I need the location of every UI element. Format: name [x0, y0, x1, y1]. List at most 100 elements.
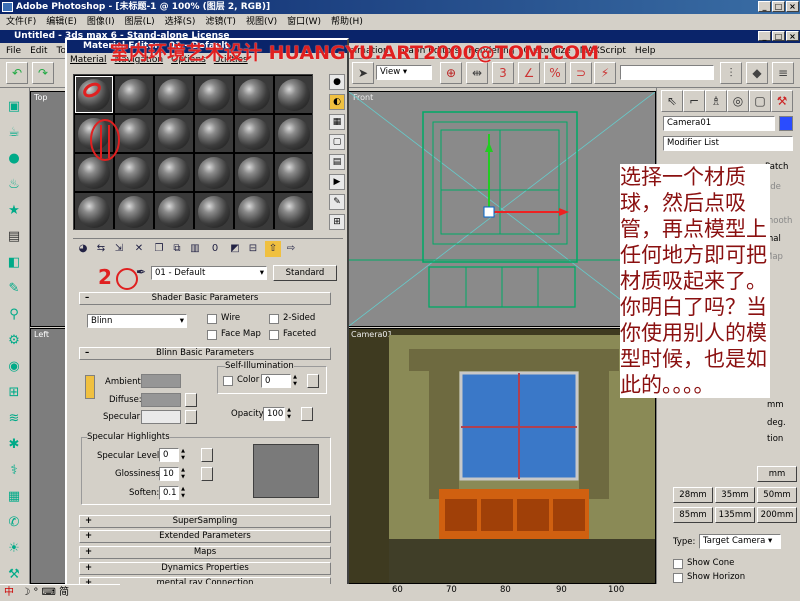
named-selection-field[interactable]: [620, 65, 714, 80]
lens-button-mm[interactable]: mm: [757, 466, 797, 482]
show-map-icon[interactable]: ◩: [227, 241, 243, 257]
background-icon[interactable]: ▦: [329, 114, 345, 130]
sphere-icon[interactable]: ●: [4, 148, 24, 168]
max-menu-item[interactable]: Help: [635, 46, 656, 56]
shader-type-dropdown[interactable]: Blinn ▾: [87, 314, 187, 328]
supersampling-rollout[interactable]: + SuperSampling: [79, 515, 331, 528]
video-color-icon[interactable]: ▤: [329, 154, 345, 170]
utilities-icon[interactable]: ⊞: [4, 382, 24, 402]
blinn-basic-rollout[interactable]: – Blinn Basic Parameters: [79, 347, 331, 360]
make-preview-icon[interactable]: ▶: [329, 174, 345, 190]
object-color-swatch[interactable]: [779, 116, 793, 131]
sample-slot[interactable]: [275, 76, 313, 113]
snap-icon[interactable]: 3: [492, 62, 514, 84]
self-illum-color-checkbox[interactable]: [223, 376, 233, 386]
opacity-value[interactable]: 100: [263, 407, 285, 421]
pivot-icon[interactable]: ⊕: [440, 62, 462, 84]
create-geometry-icon[interactable]: ▣: [4, 96, 24, 116]
sample-slot[interactable]: [235, 115, 273, 152]
viewport-camera[interactable]: Camera01: [348, 328, 656, 584]
camera-type-dropdown[interactable]: Target Camera ▾: [699, 534, 781, 549]
lock-ambient-diffuse-icon[interactable]: [85, 375, 95, 399]
spinner-snap-icon[interactable]: ⊃: [570, 62, 592, 84]
soften-spinner[interactable]: ▲ ▼: [179, 486, 187, 500]
diffuse-swatch[interactable]: [141, 393, 181, 407]
close-icon[interactable]: ×: [786, 1, 799, 12]
modifier-list-dropdown[interactable]: Modifier List: [663, 136, 793, 151]
sample-slot[interactable]: [235, 154, 273, 191]
system-icon[interactable]: ⚒: [4, 564, 24, 584]
sample-slot[interactable]: [275, 154, 313, 191]
soften-value[interactable]: 0.1: [159, 486, 179, 500]
layer-icon[interactable]: ≡: [772, 62, 794, 84]
ime-simplified-label[interactable]: 简: [59, 587, 69, 598]
hierarchy-icon[interactable]: ⚲: [4, 304, 24, 324]
motion-icon[interactable]: ⚙: [4, 330, 24, 350]
ps-menu-item[interactable]: 视图(V): [246, 17, 277, 27]
sample-slot[interactable]: [235, 193, 273, 230]
cmd-utilities-icon[interactable]: ⚒: [771, 90, 793, 112]
show-end-result-icon[interactable]: ⊟: [245, 241, 261, 257]
specular-swatch[interactable]: [141, 410, 181, 424]
space-warp-icon[interactable]: ≋: [4, 408, 24, 428]
ps-menu-item[interactable]: 图像(I): [87, 17, 115, 27]
ime-moon-icon[interactable]: ☽: [21, 587, 30, 598]
mirror-icon[interactable]: ⇹: [466, 62, 488, 84]
cmd-hierarchy-icon[interactable]: ♗: [705, 90, 727, 112]
uv-tiling-icon[interactable]: ▢: [329, 134, 345, 150]
undo-icon[interactable]: ↶: [6, 62, 28, 84]
cmd-create-icon[interactable]: ⇖: [661, 90, 683, 112]
show-horizon-checkbox[interactable]: [673, 573, 683, 583]
lens-button-85[interactable]: 85mm: [673, 507, 713, 523]
mirror-tool-icon[interactable]: ⫶: [720, 62, 742, 84]
material-menu-item[interactable]: Material: [70, 55, 107, 65]
camera-icon[interactable]: ✆: [4, 512, 24, 532]
sample-slot[interactable]: [275, 115, 313, 152]
ps-menu-item[interactable]: 选择(S): [165, 17, 196, 27]
object-name-field[interactable]: Camera01: [663, 116, 775, 131]
sample-slot[interactable]: [275, 193, 313, 230]
lens-button-200[interactable]: 200mm: [757, 507, 797, 523]
ps-menu-item[interactable]: 滤镜(T): [205, 17, 236, 27]
sample-type-icon[interactable]: ●: [329, 74, 345, 90]
angle-snap-icon[interactable]: ∠: [518, 62, 540, 84]
max-menu-item[interactable]: Edit: [30, 46, 47, 56]
ime-keyboard-icon[interactable]: ⌨: [42, 587, 56, 598]
face-map-checkbox[interactable]: [207, 330, 217, 340]
backlight-icon[interactable]: ◐: [329, 94, 345, 110]
sample-slot[interactable]: [235, 76, 273, 113]
show-cone-checkbox[interactable]: [673, 559, 683, 569]
max-menu-item[interactable]: File: [6, 46, 21, 56]
glossiness-spinner[interactable]: ▲ ▼: [179, 467, 187, 481]
ime-language-label[interactable]: 中: [4, 587, 14, 598]
viewport-front[interactable]: Front: [348, 91, 656, 327]
specular-level-spinner[interactable]: ▲ ▼: [179, 448, 187, 462]
two-sided-checkbox[interactable]: [269, 314, 279, 324]
sample-slot[interactable]: [195, 154, 233, 191]
opacity-map-button[interactable]: [301, 407, 313, 421]
modifier-icon[interactable]: ✎: [4, 278, 24, 298]
specular-level-map-button[interactable]: [201, 448, 213, 462]
self-illum-spinner[interactable]: ▲ ▼: [291, 374, 299, 388]
named-selection-icon[interactable]: ⚡: [594, 62, 616, 84]
faceted-checkbox[interactable]: [269, 330, 279, 340]
material-id-icon[interactable]: 0: [207, 241, 223, 257]
ps-menu-item[interactable]: 编辑(E): [46, 17, 77, 27]
lens-button-50[interactable]: 50mm: [757, 487, 797, 503]
max-maximize-icon[interactable]: □: [772, 31, 785, 41]
maps-rollout[interactable]: + Maps: [79, 546, 331, 559]
ps-menu-item[interactable]: 帮助(H): [331, 17, 363, 27]
lamp-icon[interactable]: ♨: [4, 174, 24, 194]
maximize-icon[interactable]: □: [772, 1, 785, 12]
max-minimize-icon[interactable]: _: [758, 31, 771, 41]
cmd-display-icon[interactable]: ▢: [749, 90, 771, 112]
go-forward-icon[interactable]: ⇨: [283, 241, 299, 257]
opacity-spinner[interactable]: ▲ ▼: [285, 407, 293, 421]
wire-checkbox[interactable]: [207, 314, 217, 324]
options-icon[interactable]: ✎: [329, 194, 345, 210]
shape-icon[interactable]: ◧: [4, 252, 24, 272]
cmd-modify-icon[interactable]: ⌐: [683, 90, 705, 112]
go-to-parent-icon[interactable]: ⇧: [265, 241, 281, 257]
sample-slot[interactable]: [195, 193, 233, 230]
bone-icon[interactable]: ⚕: [4, 460, 24, 480]
